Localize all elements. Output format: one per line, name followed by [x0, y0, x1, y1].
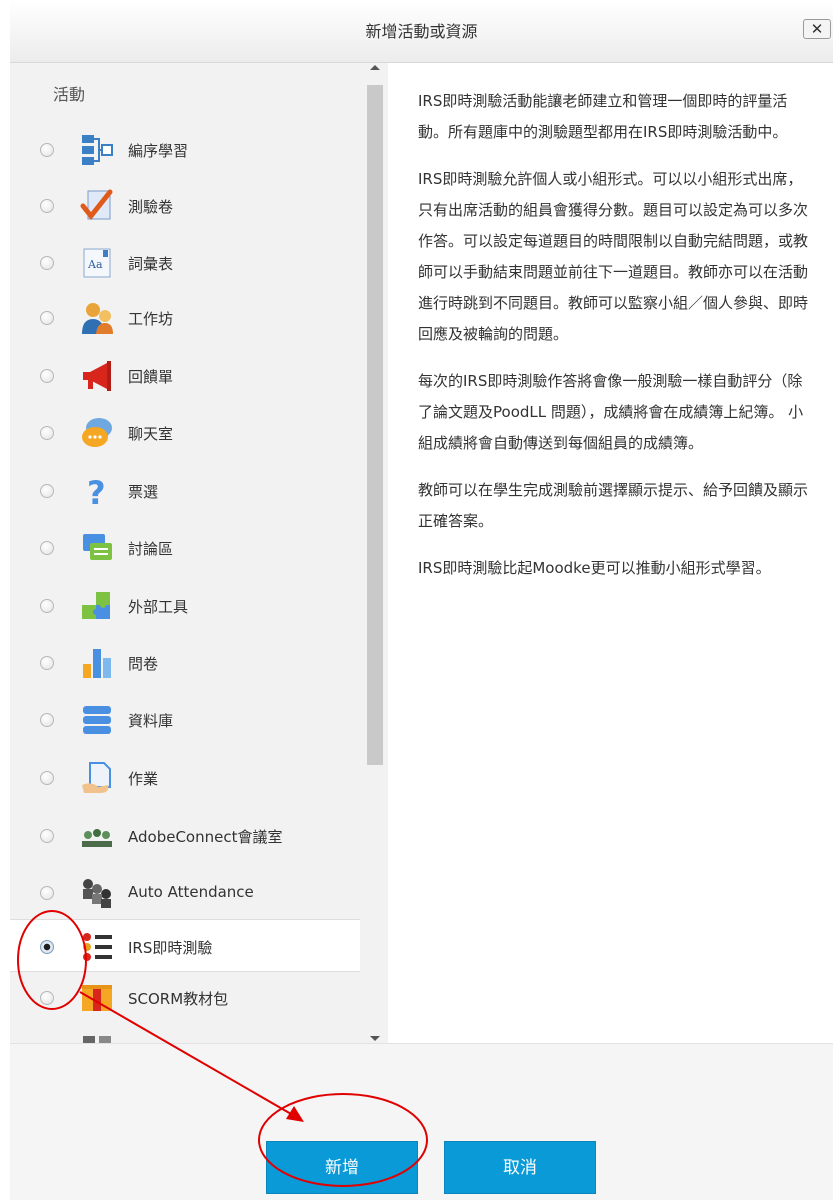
option-glossary[interactable]: Aa 詞彙表: [10, 236, 360, 289]
radio-button[interactable]: [40, 311, 54, 325]
activity-options-list: 活動 編序學習 測驗卷 Aa 詞彙表 工作坊 回饋單 聊天室 ? 票選 討論區 …: [10, 63, 388, 1043]
feedback-icon: [80, 359, 114, 393]
option-label: 編序學習: [128, 142, 189, 160]
add-activity-dialog: 新增活動或資源 ✕ 活動 編序學習 測驗卷 Aa 詞彙表 工作坊 回饋單 聊天室…: [10, 0, 833, 1200]
glossary-icon: Aa: [80, 246, 114, 280]
radio-button[interactable]: [40, 713, 54, 727]
radio-button[interactable]: [40, 256, 54, 270]
radio-button[interactable]: [40, 199, 54, 213]
option-label: 詞彙表: [128, 255, 174, 273]
questionnaire-icon: [80, 646, 114, 680]
option-label: 票選: [128, 483, 159, 501]
option-chat[interactable]: 聊天室: [10, 406, 360, 459]
option-label: 討論區: [128, 540, 174, 558]
option-scorm[interactable]: SCORM教材包: [10, 971, 360, 1024]
radio-button[interactable]: [40, 426, 54, 440]
option-label: 外部工具: [128, 598, 189, 616]
radio-button[interactable]: [40, 656, 54, 670]
option-label: AdobeConnect會議室: [128, 828, 283, 846]
radio-button[interactable]: [40, 369, 54, 383]
option-label: 回饋單: [128, 368, 174, 386]
dialog-footer: 新增 取消: [10, 1043, 833, 1200]
close-button[interactable]: ✕: [803, 19, 831, 39]
radio-button[interactable]: [40, 484, 54, 498]
option-label: IRS即時測驗: [128, 939, 213, 957]
choice-icon: ?: [80, 474, 114, 508]
svg-text:Aa: Aa: [87, 258, 103, 271]
database-icon: [80, 703, 114, 737]
option-quiz[interactable]: 測驗卷: [10, 179, 360, 232]
wiki-icon: [80, 1033, 114, 1043]
add-button[interactable]: 新增: [266, 1141, 418, 1194]
assignment-icon: [80, 761, 114, 795]
radio-button[interactable]: [40, 991, 54, 1005]
option-workshop[interactable]: 工作坊: [10, 291, 360, 344]
attendance-icon: [80, 876, 114, 910]
forum-icon: [80, 531, 114, 565]
option-adobeconnect[interactable]: AdobeConnect會議室: [10, 809, 360, 862]
option-database[interactable]: 資料庫: [10, 693, 360, 746]
section-title-activities: 活動: [53, 85, 86, 104]
option-lesson[interactable]: 編序學習: [10, 123, 360, 176]
help-paragraph: IRS即時測驗允許個人或小組形式。可以以小組形式出席，只有出席活動的組員會獲得分…: [418, 170, 809, 343]
scroll-up-arrow-icon[interactable]: [370, 65, 380, 70]
help-paragraph: 教師可以在學生完成測驗前選擇顯示提示、給予回饋及顯示正確答案。: [418, 481, 809, 530]
option-label: SCORM教材包: [128, 990, 229, 1008]
options-scrollbar[interactable]: [365, 63, 385, 1043]
activity-help-text: IRS即時測驗活動能讓老師建立和管理一個即時的評量活動。所有題庫中的測驗題型都用…: [418, 86, 810, 600]
irs-icon: [80, 930, 114, 964]
option-auto-attendance[interactable]: Auto Attendance: [10, 866, 360, 919]
quiz-icon: [80, 189, 114, 223]
radio-button[interactable]: [40, 771, 54, 785]
option-choice[interactable]: ? 票選: [10, 464, 360, 517]
option-label: 測驗卷: [128, 198, 174, 216]
scroll-thumb[interactable]: [367, 85, 383, 765]
option-irs[interactable]: IRS即時測驗: [10, 919, 360, 972]
option-label: Auto Attendance: [128, 883, 254, 901]
workshop-icon: [80, 301, 114, 335]
option-forum[interactable]: 討論區: [10, 521, 360, 574]
radio-button[interactable]: [40, 829, 54, 843]
option-label: 聊天室: [128, 425, 174, 443]
radio-button[interactable]: [40, 886, 54, 900]
scroll-down-arrow-icon[interactable]: [370, 1036, 380, 1041]
help-paragraph: IRS即時測驗活動能讓老師建立和管理一個即時的評量活動。所有題庫中的測驗題型都用…: [418, 92, 788, 141]
lesson-icon: [80, 133, 114, 167]
option-assignment[interactable]: 作業: [10, 751, 360, 804]
option-wiki[interactable]: Wiki共筆: [10, 1023, 360, 1043]
help-paragraph: IRS即時測驗比起Moodke更可以推動小組形式學習。: [418, 559, 771, 577]
lti-icon: [80, 589, 114, 623]
chat-icon: [80, 416, 114, 450]
option-label: 工作坊: [128, 310, 174, 328]
option-label: 問卷: [128, 655, 159, 673]
option-feedback[interactable]: 回饋單: [10, 349, 360, 402]
scorm-icon: [80, 981, 114, 1015]
option-external-tool[interactable]: 外部工具: [10, 579, 360, 632]
svg-text:?: ?: [87, 474, 106, 508]
radio-button[interactable]: [40, 541, 54, 555]
option-label: 作業: [128, 770, 159, 788]
radio-button-checked[interactable]: [40, 940, 54, 954]
option-questionnaire[interactable]: 問卷: [10, 636, 360, 689]
dialog-header: 新增活動或資源 ✕: [10, 0, 833, 63]
option-label: 資料庫: [128, 712, 174, 730]
dialog-title: 新增活動或資源: [365, 22, 478, 41]
cancel-button[interactable]: 取消: [444, 1141, 596, 1194]
radio-button[interactable]: [40, 143, 54, 157]
adobeconnect-icon: [80, 819, 114, 853]
radio-button[interactable]: [40, 599, 54, 613]
help-paragraph: 每次的IRS即時測驗作答將會像一般測驗一樣自動評分（除了論文題及PoodLL 問…: [418, 372, 804, 452]
